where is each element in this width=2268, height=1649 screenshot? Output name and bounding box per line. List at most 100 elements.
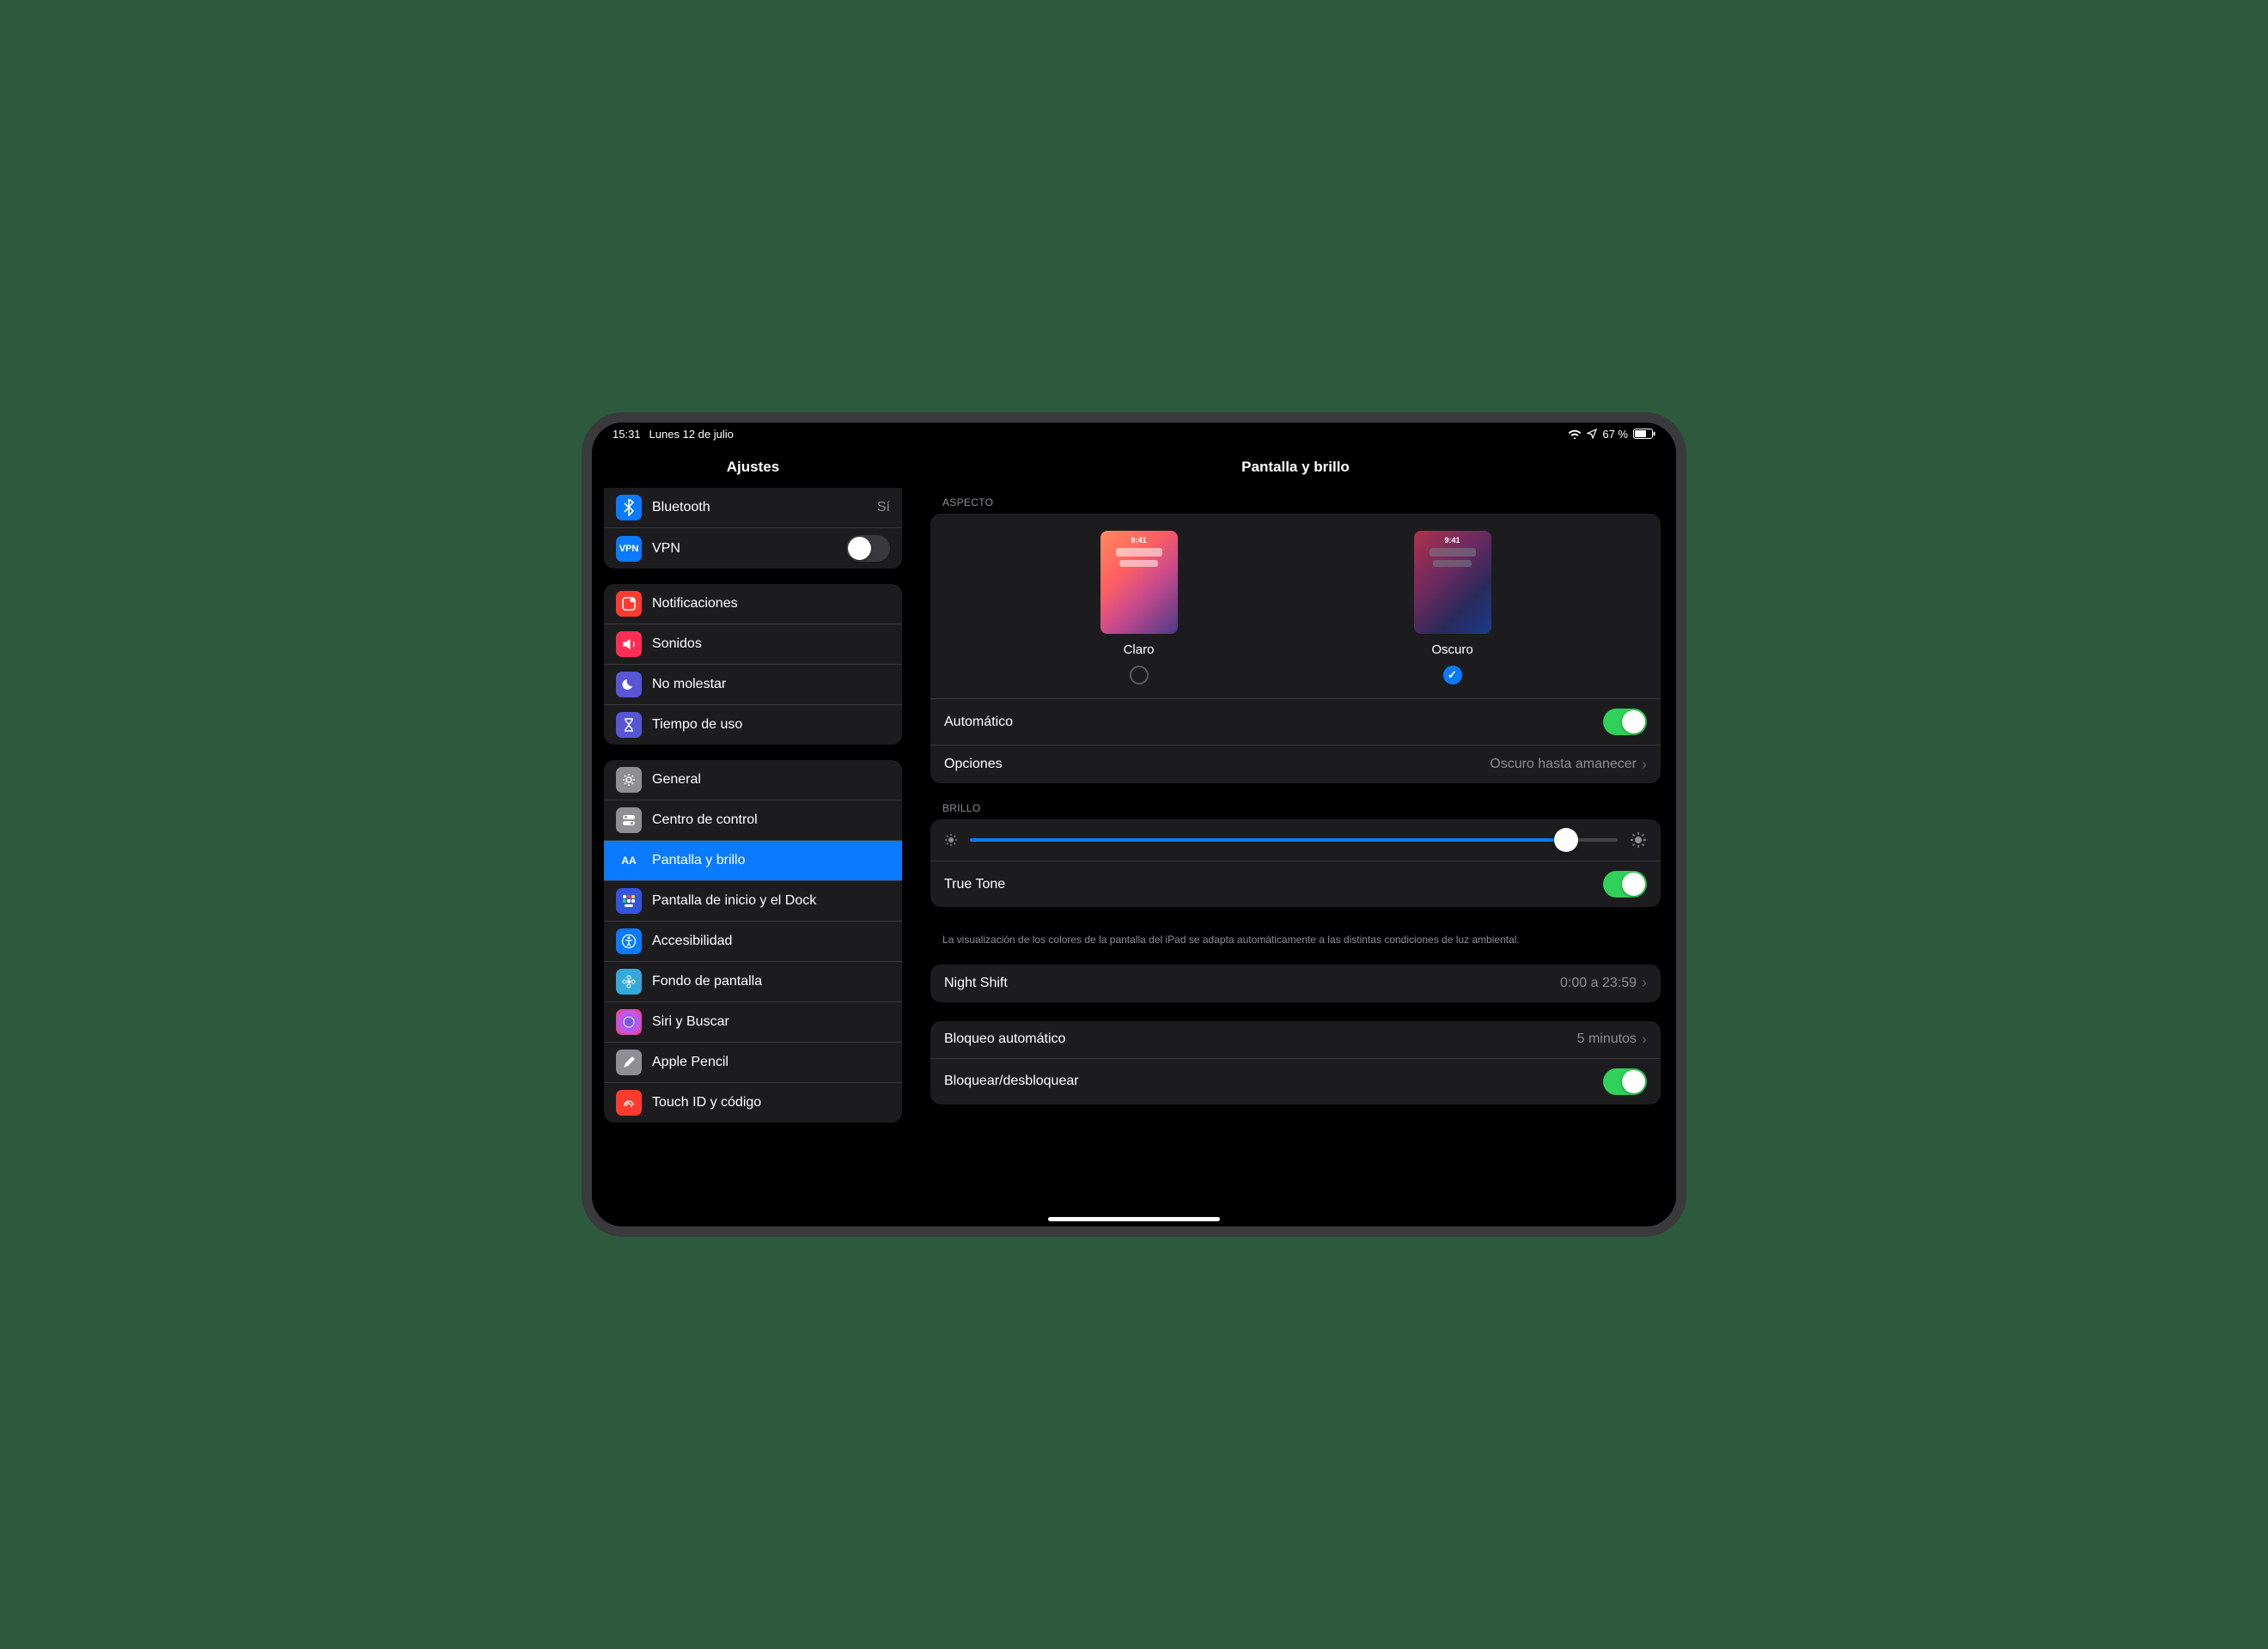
grid-icon xyxy=(616,888,642,914)
sidebar-item-general[interactable]: General xyxy=(604,760,902,800)
section-brightness-label: BRILLO xyxy=(915,802,1676,819)
automatic-toggle[interactable] xyxy=(1603,709,1647,735)
nightshift-value: 0:00 a 23:59 xyxy=(1560,976,1637,991)
sidebar-item-touchid[interactable]: Touch ID y código xyxy=(604,1083,902,1123)
sidebar-item-dnd[interactable]: No molestar xyxy=(604,665,902,705)
sidebar-item-label: Pantalla de inicio y el Dock xyxy=(652,893,890,909)
sidebar-title: Ajustes xyxy=(592,445,914,488)
nightshift-label: Night Shift xyxy=(944,976,1550,991)
sidebar-item-label: General xyxy=(652,772,890,788)
automatic-row[interactable]: Automático xyxy=(930,699,1661,745)
sidebar-item-pencil[interactable]: Apple Pencil xyxy=(604,1043,902,1083)
gear-icon xyxy=(616,767,642,793)
lockunlock-row[interactable]: Bloquear/desbloquear xyxy=(930,1059,1661,1104)
lockunlock-toggle[interactable] xyxy=(1603,1068,1647,1095)
lock-card: Bloqueo automático 5 minutos › Bloquear/… xyxy=(930,1021,1661,1104)
chevron-right-icon: › xyxy=(1642,1031,1647,1049)
chevron-right-icon: › xyxy=(1642,974,1647,992)
sidebar-item-label: No molestar xyxy=(652,677,890,692)
sun-small-icon xyxy=(944,833,958,847)
sidebar-item-notifications[interactable]: Notificaciones xyxy=(604,584,902,624)
lockunlock-label: Bloquear/desbloquear xyxy=(944,1074,1593,1089)
sidebar-item-homescreen[interactable]: Pantalla de inicio y el Dock xyxy=(604,881,902,922)
toggles-icon xyxy=(616,807,642,833)
appearance-option-light[interactable]: 9:41 Claro xyxy=(1100,531,1178,685)
dark-preview: 9:41 xyxy=(1414,531,1491,634)
chevron-right-icon: › xyxy=(1642,756,1647,774)
sidebar-item-sounds[interactable]: Sonidos xyxy=(604,624,902,665)
sidebar-item-siri[interactable]: Siri y Buscar xyxy=(604,1002,902,1043)
options-label: Opciones xyxy=(944,757,1479,772)
sidebar-item-wallpaper[interactable]: Fondo de pantalla xyxy=(604,962,902,1002)
sidebar-item-accessibility[interactable]: Accesibilidad xyxy=(604,922,902,962)
bluetooth-icon xyxy=(616,495,642,520)
truetone-row[interactable]: True Tone xyxy=(930,861,1661,907)
sidebar-item-screentime[interactable]: Tiempo de uso xyxy=(604,705,902,745)
moon-icon xyxy=(616,672,642,697)
hourglass-icon xyxy=(616,712,642,738)
status-time: 15:31 xyxy=(613,428,641,441)
detail-pane[interactable]: Pantalla y brillo ASPECTO 9:41 Claro xyxy=(915,445,1676,1226)
ipad-frame: 15:31 Lunes 12 de julio 67 % Ajustes xyxy=(582,412,1686,1237)
automatic-label: Automático xyxy=(944,715,1593,730)
sidebar-item-label: Fondo de pantalla xyxy=(652,974,890,989)
accessibility-icon xyxy=(616,928,642,954)
nightshift-row[interactable]: Night Shift 0:00 a 23:59 › xyxy=(930,964,1661,1002)
sidebar-item-display[interactable]: AA Pantalla y brillo xyxy=(604,841,902,881)
sidebar-item-label: Sonidos xyxy=(652,636,890,652)
brightness-slider-row xyxy=(930,819,1661,861)
status-bar: 15:31 Lunes 12 de julio 67 % xyxy=(592,423,1676,445)
dark-radio[interactable] xyxy=(1443,666,1462,685)
nightshift-card: Night Shift 0:00 a 23:59 › xyxy=(930,964,1661,1002)
settings-sidebar: Ajustes Bluetooth Sí VPN VPN xyxy=(592,445,915,1226)
sidebar-item-label: Pantalla y brillo xyxy=(652,853,890,868)
truetone-label: True Tone xyxy=(944,877,1593,892)
truetone-toggle[interactable] xyxy=(1603,871,1647,898)
truetone-footnote: La visualización de los colores de la pa… xyxy=(915,926,1676,964)
light-preview: 9:41 xyxy=(1100,531,1178,634)
options-row[interactable]: Opciones Oscuro hasta amanecer › xyxy=(930,745,1661,783)
sidebar-item-control-center[interactable]: Centro de control xyxy=(604,800,902,841)
sidebar-item-label: Accesibilidad xyxy=(652,934,890,949)
autolock-label: Bloqueo automático xyxy=(944,1031,1567,1047)
sun-large-icon xyxy=(1630,831,1647,849)
sidebar-item-vpn[interactable]: VPN VPN xyxy=(604,528,902,569)
wifi-icon xyxy=(1568,429,1582,439)
brightness-card: True Tone xyxy=(930,819,1661,907)
light-label: Claro xyxy=(1124,642,1155,657)
light-radio[interactable] xyxy=(1130,666,1149,685)
autolock-row[interactable]: Bloqueo automático 5 minutos › xyxy=(930,1021,1661,1059)
text-size-icon: AA xyxy=(616,848,642,873)
vpn-icon: VPN xyxy=(616,536,642,562)
vpn-toggle[interactable] xyxy=(846,535,890,562)
options-value: Oscuro hasta amanecer xyxy=(1490,757,1637,772)
siri-icon xyxy=(616,1009,642,1035)
dark-label: Oscuro xyxy=(1431,642,1472,657)
status-date: Lunes 12 de julio xyxy=(649,428,734,441)
sounds-icon xyxy=(616,631,642,657)
battery-percent: 67 % xyxy=(1602,428,1628,441)
sidebar-item-label: Touch ID y código xyxy=(652,1095,890,1110)
sidebar-item-label: Siri y Buscar xyxy=(652,1014,890,1030)
appearance-option-dark[interactable]: 9:41 Oscuro xyxy=(1414,531,1491,685)
sidebar-item-label: Centro de control xyxy=(652,812,890,828)
section-aspect-label: ASPECTO xyxy=(915,496,1676,514)
sidebar-item-bluetooth[interactable]: Bluetooth Sí xyxy=(604,488,902,528)
brightness-slider[interactable] xyxy=(970,838,1618,842)
sidebar-group-notifications: Notificaciones Sonidos No molestar xyxy=(604,584,902,745)
notifications-icon xyxy=(616,591,642,617)
appearance-selector: 9:41 Claro 9:41 Oscuro xyxy=(930,514,1661,699)
home-indicator[interactable] xyxy=(1048,1217,1220,1221)
location-icon xyxy=(1587,429,1597,439)
sidebar-item-value: Sí xyxy=(877,500,890,515)
fingerprint-icon xyxy=(616,1090,642,1116)
detail-title: Pantalla y brillo xyxy=(915,445,1676,496)
screen: 15:31 Lunes 12 de julio 67 % Ajustes xyxy=(592,423,1676,1226)
sidebar-group-connectivity: Bluetooth Sí VPN VPN xyxy=(604,488,902,569)
sidebar-item-label: Apple Pencil xyxy=(652,1055,890,1070)
sidebar-item-label: VPN xyxy=(652,541,836,557)
sidebar-item-label: Notificaciones xyxy=(652,596,890,612)
appearance-card: 9:41 Claro 9:41 Oscuro xyxy=(930,514,1661,783)
sidebar-group-general: General Centro de control AA Pantalla y … xyxy=(604,760,902,1123)
flower-icon xyxy=(616,969,642,995)
